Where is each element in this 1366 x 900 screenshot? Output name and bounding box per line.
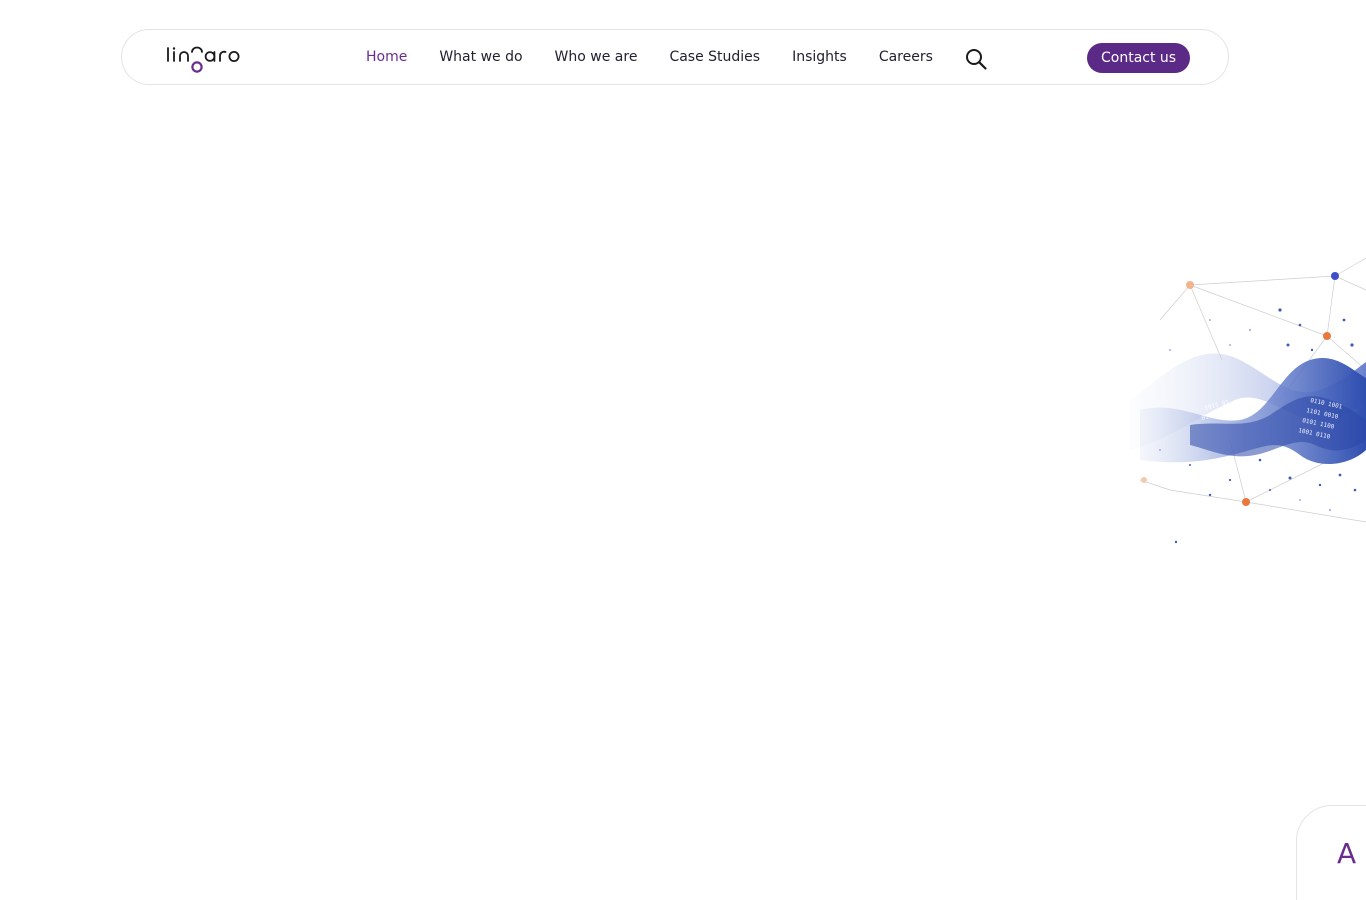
- page: linaro Home What: [0, 0, 1366, 900]
- top-navigation-bar: linaro Home What: [121, 29, 1229, 85]
- nav-case-studies[interactable]: Case Studies: [669, 50, 760, 64]
- bottom-right-card: A: [1296, 805, 1366, 900]
- card-heading-fragment: A: [1337, 837, 1357, 870]
- nav-insights[interactable]: Insights: [792, 50, 847, 64]
- linaro-logo[interactable]: linaro: [166, 44, 246, 78]
- logo-wordmark: linaro: [167, 46, 240, 73]
- nav-careers[interactable]: Careers: [879, 50, 933, 64]
- contact-us-button[interactable]: Contact us: [1087, 43, 1191, 73]
- search-icon[interactable]: [964, 47, 988, 71]
- nav-home[interactable]: Home: [366, 50, 407, 64]
- nav-what-we-do[interactable]: What we do: [439, 50, 522, 64]
- hero-data-ribbon-illustration: 0110 1001 1101 0010 0101 1100 1001 0110 …: [1130, 250, 1366, 560]
- main-nav: Home What we do Who we are Case Studies …: [366, 30, 965, 84]
- nav-who-we-are[interactable]: Who we are: [555, 50, 638, 64]
